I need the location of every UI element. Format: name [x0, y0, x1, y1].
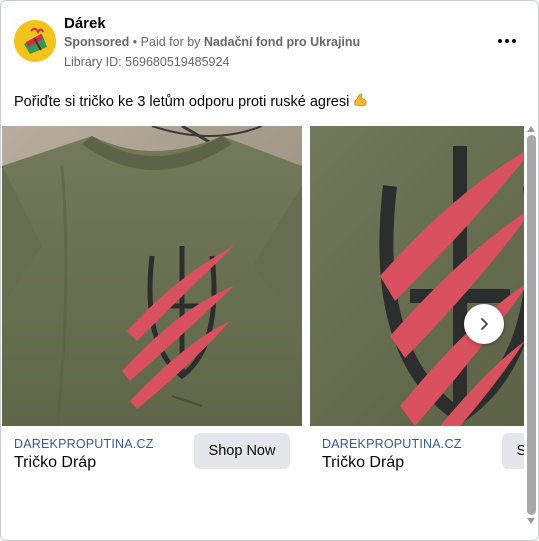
carousel-next-button[interactable]: [464, 304, 504, 344]
page-name[interactable]: Dárek: [64, 15, 106, 32]
library-id: Library ID: 569680519485924: [64, 55, 230, 69]
carousel: DAREKPROPUTINA.CZ Tričko Dráp Shop Now D…: [2, 126, 524, 486]
card-title[interactable]: Tričko Dráp: [14, 454, 96, 472]
sponsor-line: Sponsored • Paid for by Nadační fond pro…: [64, 35, 360, 49]
more-options-button[interactable]: [495, 31, 519, 51]
ad-body-text: Pořiďte si tričko ke 3 letům odporu prot…: [14, 92, 368, 112]
meta-separator: •: [132, 35, 138, 49]
scroll-thumb[interactable]: [527, 135, 536, 515]
product-image[interactable]: [2, 126, 302, 426]
card-domain[interactable]: DAREKPROPUTINA.CZ: [322, 437, 462, 451]
shop-now-button[interactable]: Shop Now: [502, 433, 524, 469]
scroll-down-arrow-icon[interactable]: [527, 518, 535, 524]
flexed-biceps-emoji-icon: [352, 92, 368, 112]
sponsored-label: Sponsored: [64, 35, 130, 49]
scroll-up-arrow-icon[interactable]: [527, 126, 535, 132]
card-title[interactable]: Tričko Dráp: [322, 454, 404, 472]
vertical-scrollbar[interactable]: [525, 126, 539, 528]
paid-for-label: Paid for by: [140, 35, 201, 49]
card-domain[interactable]: DAREKPROPUTINA.CZ: [14, 437, 154, 451]
more-horizontal-icon: [498, 39, 502, 43]
ad-body-label: Pořiďte si tričko ke 3 letům odporu prot…: [14, 94, 350, 110]
ad-card: Dárek Sponsored • Paid for by Nadační fo…: [0, 0, 539, 541]
shop-now-button[interactable]: Shop Now: [194, 433, 290, 469]
product-image[interactable]: [310, 126, 524, 426]
page-avatar[interactable]: [14, 20, 56, 62]
chevron-right-icon: [481, 318, 488, 330]
carousel-card[interactable]: DAREKPROPUTINA.CZ Tričko Dráp Shop Now: [2, 126, 302, 486]
funder-link[interactable]: Nadační fond pro Ukrajinu: [204, 35, 360, 49]
